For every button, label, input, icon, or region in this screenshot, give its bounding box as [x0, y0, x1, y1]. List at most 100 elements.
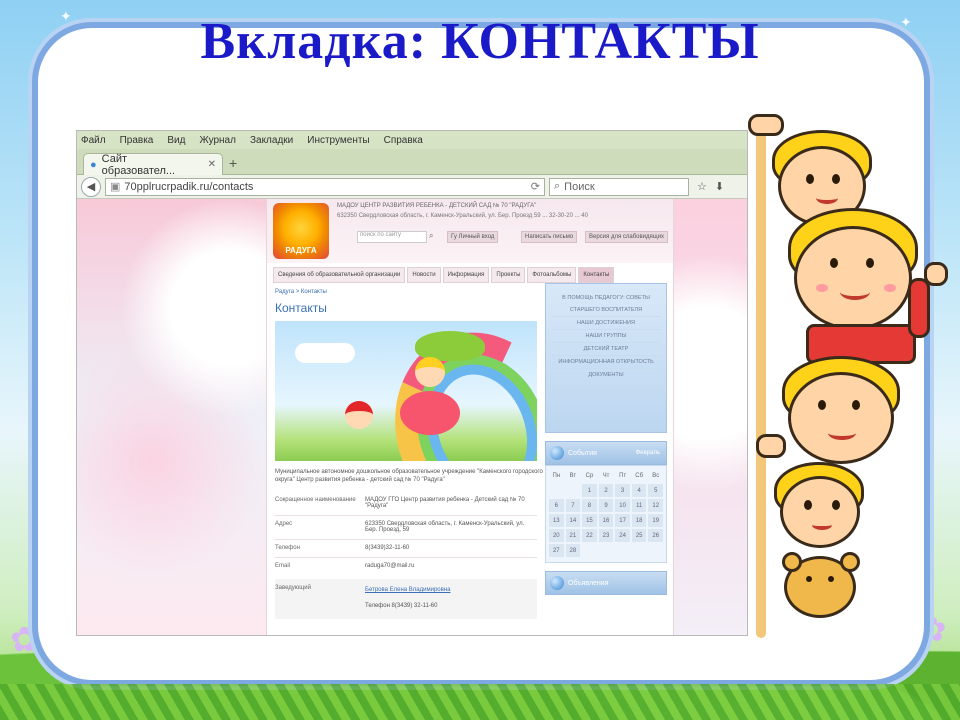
bookmark-star-icon[interactable]: ☆ — [697, 180, 707, 193]
nav-information[interactable]: Информация — [442, 267, 490, 283]
menu-help[interactable]: Справка — [384, 135, 423, 146]
calendar-day[interactable]: 5 — [648, 484, 664, 497]
calendar-day[interactable]: 20 — [549, 529, 564, 542]
events-calendar: Пн Вт Ср Чт Пт Сб Вс 1 2 3 4 5 6 7 8 9 1… — [545, 465, 667, 563]
calendar-week: 27 28 — [549, 544, 663, 557]
download-icon[interactable]: ⬇ — [715, 180, 724, 193]
calendar-day — [582, 544, 597, 557]
menu-tools[interactable]: Инструменты — [307, 135, 369, 146]
calendar-day[interactable]: 1 — [582, 484, 597, 497]
sidebar-item-groups[interactable]: НАШИ ГРУППЫ — [552, 330, 660, 343]
nav-news[interactable]: Новости — [407, 267, 441, 283]
sidebar-item-documents[interactable]: ДОКУМЕНТЫ — [552, 369, 660, 382]
calendar-day[interactable]: 10 — [615, 499, 630, 512]
calendar-day[interactable]: 11 — [631, 499, 647, 512]
site-logo[interactable]: РАДУГА — [273, 203, 329, 259]
menu-view[interactable]: Вид — [167, 135, 185, 146]
calendar-day[interactable]: 7 — [565, 499, 581, 512]
calendar-day[interactable]: 28 — [565, 544, 581, 557]
calendar-day[interactable]: 21 — [565, 529, 581, 542]
calendar-day[interactable]: 3 — [615, 484, 630, 497]
calendar-day[interactable]: 4 — [631, 484, 647, 497]
nav-info[interactable]: Сведения об образовательной организации — [273, 267, 406, 283]
globe-icon — [550, 446, 564, 460]
calendar-day — [648, 544, 663, 557]
back-button[interactable]: ◀ — [81, 176, 101, 197]
calendar-day[interactable]: 14 — [565, 514, 581, 527]
calendar-day[interactable]: 2 — [598, 484, 614, 497]
calendar-day[interactable]: 19 — [648, 514, 664, 527]
logo-text: РАДУГА — [285, 246, 317, 255]
head-name-link[interactable]: Бетрова Елена Владимировна — [365, 587, 535, 593]
kid-cheek — [816, 284, 828, 292]
calendar-day[interactable]: 22 — [582, 529, 597, 542]
weekday-label: Сб — [635, 472, 644, 479]
month-selector[interactable]: Февраль — [636, 450, 660, 456]
url-text: 70pplrucrpadik.ru/contacts — [124, 180, 254, 193]
calendar-day[interactable]: 16 — [598, 514, 614, 527]
address-bar[interactable]: ▣ 70pplrucrpadik.ru/contacts ⟳ — [105, 177, 545, 196]
weekday-label: Пн — [552, 472, 561, 479]
field-value: 8(3439)32-11-60 — [365, 545, 410, 551]
kid-eye — [866, 258, 874, 268]
calendar-day[interactable]: 8 — [582, 499, 597, 512]
field-value: raduga70@mail.ru — [365, 563, 415, 569]
calendar-day[interactable]: 24 — [615, 529, 630, 542]
browser-tab[interactable]: ● Сайт образовател... ✕ — [83, 153, 223, 177]
tab-bar: ● Сайт образовател... ✕ + — [77, 149, 747, 177]
calendar-day[interactable]: 26 — [648, 529, 664, 542]
menu-edit[interactable]: Правка — [120, 135, 154, 146]
login-button[interactable]: Гу Личный вход — [447, 231, 499, 243]
reload-icon[interactable]: ⟳ — [531, 180, 540, 193]
org-name: МАДОУ ЦЕНТР РАЗВИТИЯ РЕБЕНКА - ДЕТСКИЙ С… — [337, 203, 537, 209]
sidebar-item-openness[interactable]: ИНФОРМАЦИОННАЯ ОТКРЫТОСТЬ — [552, 356, 660, 369]
calendar-day[interactable]: 17 — [615, 514, 630, 527]
browser-window: Файл Правка Вид Журнал Закладки Инструме… — [76, 130, 748, 636]
sidebar-item-achievements[interactable]: НАШИ ДОСТИЖЕНИЯ — [552, 317, 660, 330]
kid-head — [780, 476, 860, 548]
kid-arm — [908, 278, 930, 338]
calendar-day[interactable]: 9 — [598, 499, 614, 512]
close-tab-icon[interactable]: ✕ — [208, 159, 216, 170]
accessibility-button[interactable]: Версия для слабовидящих — [585, 231, 669, 243]
calendar-day[interactable]: 27 — [549, 544, 564, 557]
kid-eye — [818, 400, 826, 410]
calendar-day[interactable]: 12 — [648, 499, 664, 512]
site-search-icon[interactable]: ⌕ — [429, 231, 439, 243]
calendar-day[interactable]: 18 — [631, 514, 647, 527]
menu-file[interactable]: Файл — [81, 135, 106, 146]
sidebar-item-teacher-help[interactable]: В ПОМОЩЬ ПЕДАГОГУ: СОВЕТЫ СТАРШЕГО ВОСПИ… — [552, 292, 660, 317]
browser-menubar: Файл Правка Вид Журнал Закладки Инструме… — [77, 131, 747, 149]
browser-search-box[interactable]: ⌕ Поиск — [549, 177, 689, 196]
kid-cheek — [884, 284, 896, 292]
calendar-day[interactable]: 6 — [549, 499, 564, 512]
nav-photos[interactable]: Фотоальбомы — [527, 267, 577, 283]
nav-contacts[interactable]: Контакты — [578, 267, 615, 283]
calendar-day[interactable]: 15 — [582, 514, 597, 527]
calendar-day[interactable]: 25 — [631, 529, 647, 542]
field-label: Email — [275, 563, 291, 569]
field-label: Адрес — [275, 521, 293, 527]
kid-figure — [345, 401, 373, 429]
weekday-label: Чт — [602, 472, 610, 479]
divider — [275, 557, 537, 558]
menu-history[interactable]: Журнал — [199, 135, 236, 146]
sidebar-item-theatre[interactable]: ДЕТСКИЙ ТЕАТР — [552, 343, 660, 356]
site-header: РАДУГА МАДОУ ЦЕНТР РАЗВИТИЯ РЕБЕНКА - ДЕ… — [267, 199, 673, 263]
ads-title[interactable]: Объявления — [568, 580, 609, 587]
breadcrumb[interactable]: Радуга > Контакты — [275, 289, 327, 295]
nav-projects[interactable]: Проекты — [491, 267, 526, 283]
kid-head — [788, 372, 894, 464]
menu-bookmarks[interactable]: Закладки — [250, 135, 293, 146]
site-search-input[interactable]: поиск по сайту — [357, 231, 427, 243]
calendar-weekdays: Пн Вт Ср Чт Пт Сб Вс — [549, 469, 663, 482]
calendar-day[interactable]: 23 — [598, 529, 614, 542]
navigation-bar: ◀ ▣ 70pplrucrpadik.ru/contacts ⟳ ⌕ Поиск… — [77, 175, 747, 199]
site-nav: Сведения об образовательной организации … — [273, 267, 667, 283]
flower-car-shape — [400, 391, 460, 435]
calendar-week: 13 14 15 16 17 18 19 — [549, 514, 664, 527]
slide-title: Вкладка: КОНТАКТЫ — [200, 13, 760, 70]
calendar-day[interactable]: 13 — [549, 514, 564, 527]
write-letter-button[interactable]: Написать письмо — [521, 231, 578, 243]
new-tab-button[interactable]: + — [229, 155, 237, 171]
